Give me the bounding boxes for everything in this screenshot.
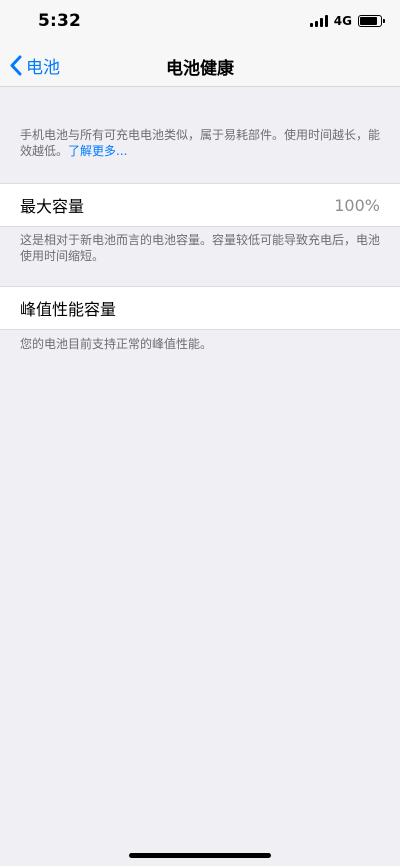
cellular-signal-icon bbox=[309, 15, 328, 27]
intro-footnote: 手机电池与所有可充电电池类似，属于易耗部件。使用时间越长，能效越低。了解更多..… bbox=[0, 87, 400, 183]
learn-more-link[interactable]: 了解更多... bbox=[68, 144, 127, 158]
settings-content: 手机电池与所有可充电电池类似，属于易耗部件。使用时间越长，能效越低。了解更多..… bbox=[0, 87, 400, 352]
status-indicators: 4G bbox=[309, 14, 385, 28]
max-capacity-row: 最大容量 100% bbox=[0, 183, 400, 227]
status-bar: 5:32 4G bbox=[0, 0, 400, 44]
network-type-label: 4G bbox=[333, 14, 352, 28]
peak-performance-label: 峰值性能容量 bbox=[20, 300, 117, 319]
navigation-bar: 电池 电池健康 bbox=[0, 44, 400, 87]
max-capacity-value: 100% bbox=[334, 195, 380, 215]
page-title: 电池健康 bbox=[166, 59, 234, 79]
max-capacity-footnote: 这是相对于新电池而言的电池容量。容量较低可能导致充电后，电池使用时间缩短。 bbox=[20, 233, 381, 263]
battery-icon bbox=[358, 15, 385, 27]
peak-performance-footnote: 您的电池目前支持正常的峰值性能。 bbox=[20, 337, 213, 351]
battery-fill bbox=[360, 17, 377, 25]
home-indicator[interactable] bbox=[129, 853, 271, 858]
peak-performance-row: 峰值性能容量 bbox=[0, 286, 400, 330]
max-capacity-label: 最大容量 bbox=[20, 197, 85, 216]
status-time: 5:32 bbox=[38, 11, 82, 31]
